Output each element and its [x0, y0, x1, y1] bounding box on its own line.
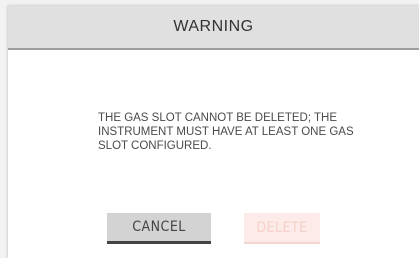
dialog-message: THE GAS SLOT CANNOT BE DELETED; THE INST… [98, 112, 354, 152]
cancel-button[interactable]: CANCEL [107, 213, 211, 244]
warning-dialog: WARNING THE GAS SLOT CANNOT BE DELETED; … [8, 6, 419, 258]
screen: WARNING THE GAS SLOT CANNOT BE DELETED; … [0, 0, 419, 258]
dialog-header: WARNING [8, 6, 419, 50]
dialog-title: WARNING [173, 18, 254, 35]
delete-button[interactable]: DELETE [244, 213, 320, 244]
